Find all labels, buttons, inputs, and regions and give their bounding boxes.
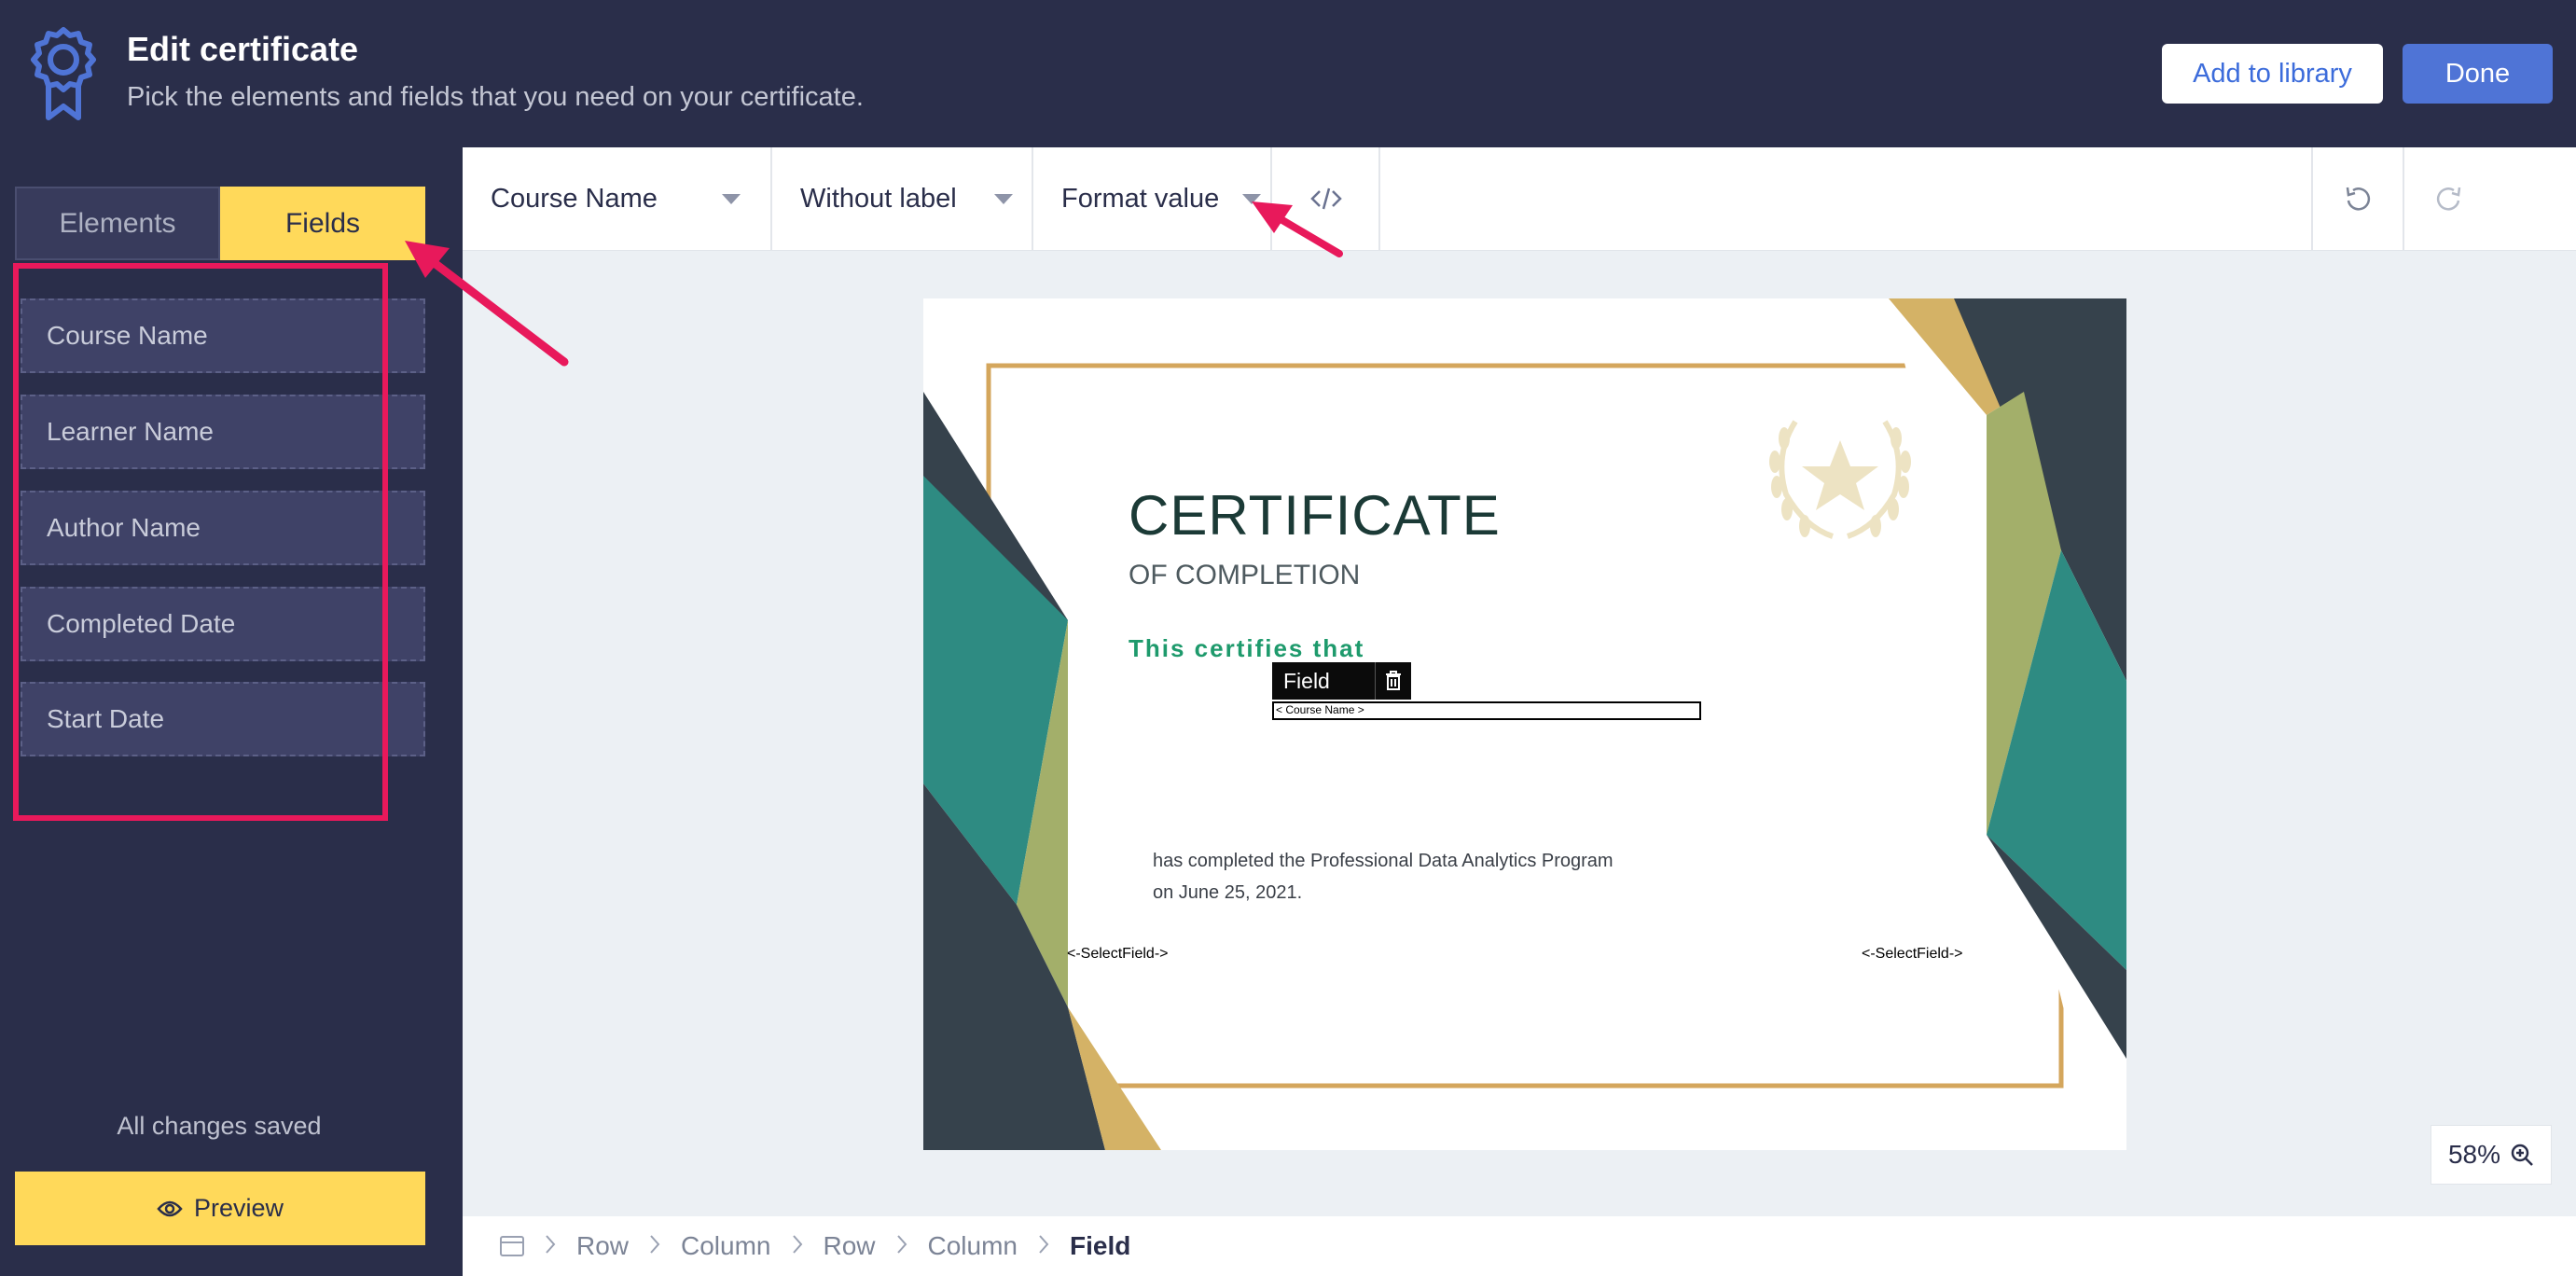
- eye-icon: [157, 1200, 183, 1216]
- certificate-background-art: [923, 298, 2126, 1150]
- delete-field-button[interactable]: [1375, 662, 1411, 700]
- chevron-right-icon: [896, 1231, 907, 1261]
- breadcrumb-item-field[interactable]: Field: [1070, 1231, 1130, 1261]
- certificate-certifies-text[interactable]: This certifies that: [1129, 634, 1364, 663]
- zoom-level: 58%: [2447, 1140, 2501, 1169]
- undo-button[interactable]: [2313, 147, 2403, 250]
- chevron-down-icon: [994, 194, 1013, 204]
- page-subtitle: Pick the elements and fields that you ne…: [127, 82, 864, 112]
- chevron-down-icon: [722, 194, 741, 204]
- done-button[interactable]: Done: [2403, 44, 2553, 104]
- select-field-left[interactable]: <-SelectField->: [1067, 946, 1169, 963]
- redo-icon: [2436, 187, 2461, 211]
- format-select-value: Format value: [1061, 183, 1220, 214]
- laurel-star-icon: [1769, 420, 1911, 539]
- award-badge-icon: [31, 27, 96, 120]
- chevron-right-icon: [545, 1231, 556, 1261]
- certificate-body-line2[interactable]: on June 25, 2021.: [1153, 882, 1302, 904]
- save-status: All changes saved: [117, 1112, 322, 1140]
- page-title: Edit certificate: [127, 30, 359, 68]
- select-field-right[interactable]: <-SelectField->: [1862, 946, 1963, 963]
- breadcrumb-item-column[interactable]: Column: [928, 1231, 1018, 1261]
- annotation-arrow-icon: [1252, 201, 1343, 257]
- trash-icon: [1386, 671, 1401, 690]
- chevron-right-icon: [1038, 1231, 1049, 1261]
- certificate-subheading[interactable]: OF COMPLETION: [1129, 560, 1360, 591]
- certificate-body-line1[interactable]: has completed the Professional Data Anal…: [1153, 851, 1613, 872]
- zoom-control[interactable]: 58%: [2431, 1125, 2552, 1185]
- toolbar-divider: [770, 147, 772, 250]
- annotation-highlight-box: [13, 263, 388, 821]
- field-toolbar: Course Name Without label Format value: [463, 147, 2576, 251]
- chevron-right-icon: [649, 1231, 660, 1261]
- redo-button[interactable]: [2404, 147, 2494, 250]
- chevron-right-icon: [792, 1231, 803, 1261]
- breadcrumb-item-row[interactable]: Row: [576, 1231, 629, 1261]
- certificate-heading[interactable]: CERTIFICATE: [1129, 483, 1501, 548]
- zoom-in-icon: [2511, 1144, 2533, 1166]
- certificate-canvas[interactable]: CERTIFICATE OF COMPLETION This certifies…: [923, 298, 2126, 1150]
- label-select-value: Without label: [800, 183, 957, 214]
- selected-field-tag: Field: [1272, 662, 1375, 700]
- layout-icon[interactable]: [500, 1236, 524, 1256]
- breadcrumb-item-column[interactable]: Column: [681, 1231, 770, 1261]
- course-name-field-placeholder[interactable]: < Course Name >: [1272, 701, 1701, 720]
- undo-icon: [2346, 187, 2371, 211]
- tab-elements[interactable]: Elements: [15, 187, 220, 260]
- add-to-library-button[interactable]: Add to library: [2162, 44, 2383, 104]
- label-select-dropdown[interactable]: Without label: [800, 147, 1033, 250]
- toolbar-divider: [1378, 147, 1380, 250]
- breadcrumb: Row Column Row Column Field: [463, 1216, 2576, 1276]
- field-select-value: Course Name: [491, 183, 658, 214]
- app-header: Edit certificate Pick the elements and f…: [0, 0, 2576, 147]
- annotation-arrow-icon: [405, 241, 569, 367]
- breadcrumb-item-row[interactable]: Row: [824, 1231, 876, 1261]
- preview-button[interactable]: Preview: [15, 1172, 425, 1245]
- toolbar-divider: [1032, 147, 1033, 250]
- preview-label: Preview: [193, 1194, 284, 1222]
